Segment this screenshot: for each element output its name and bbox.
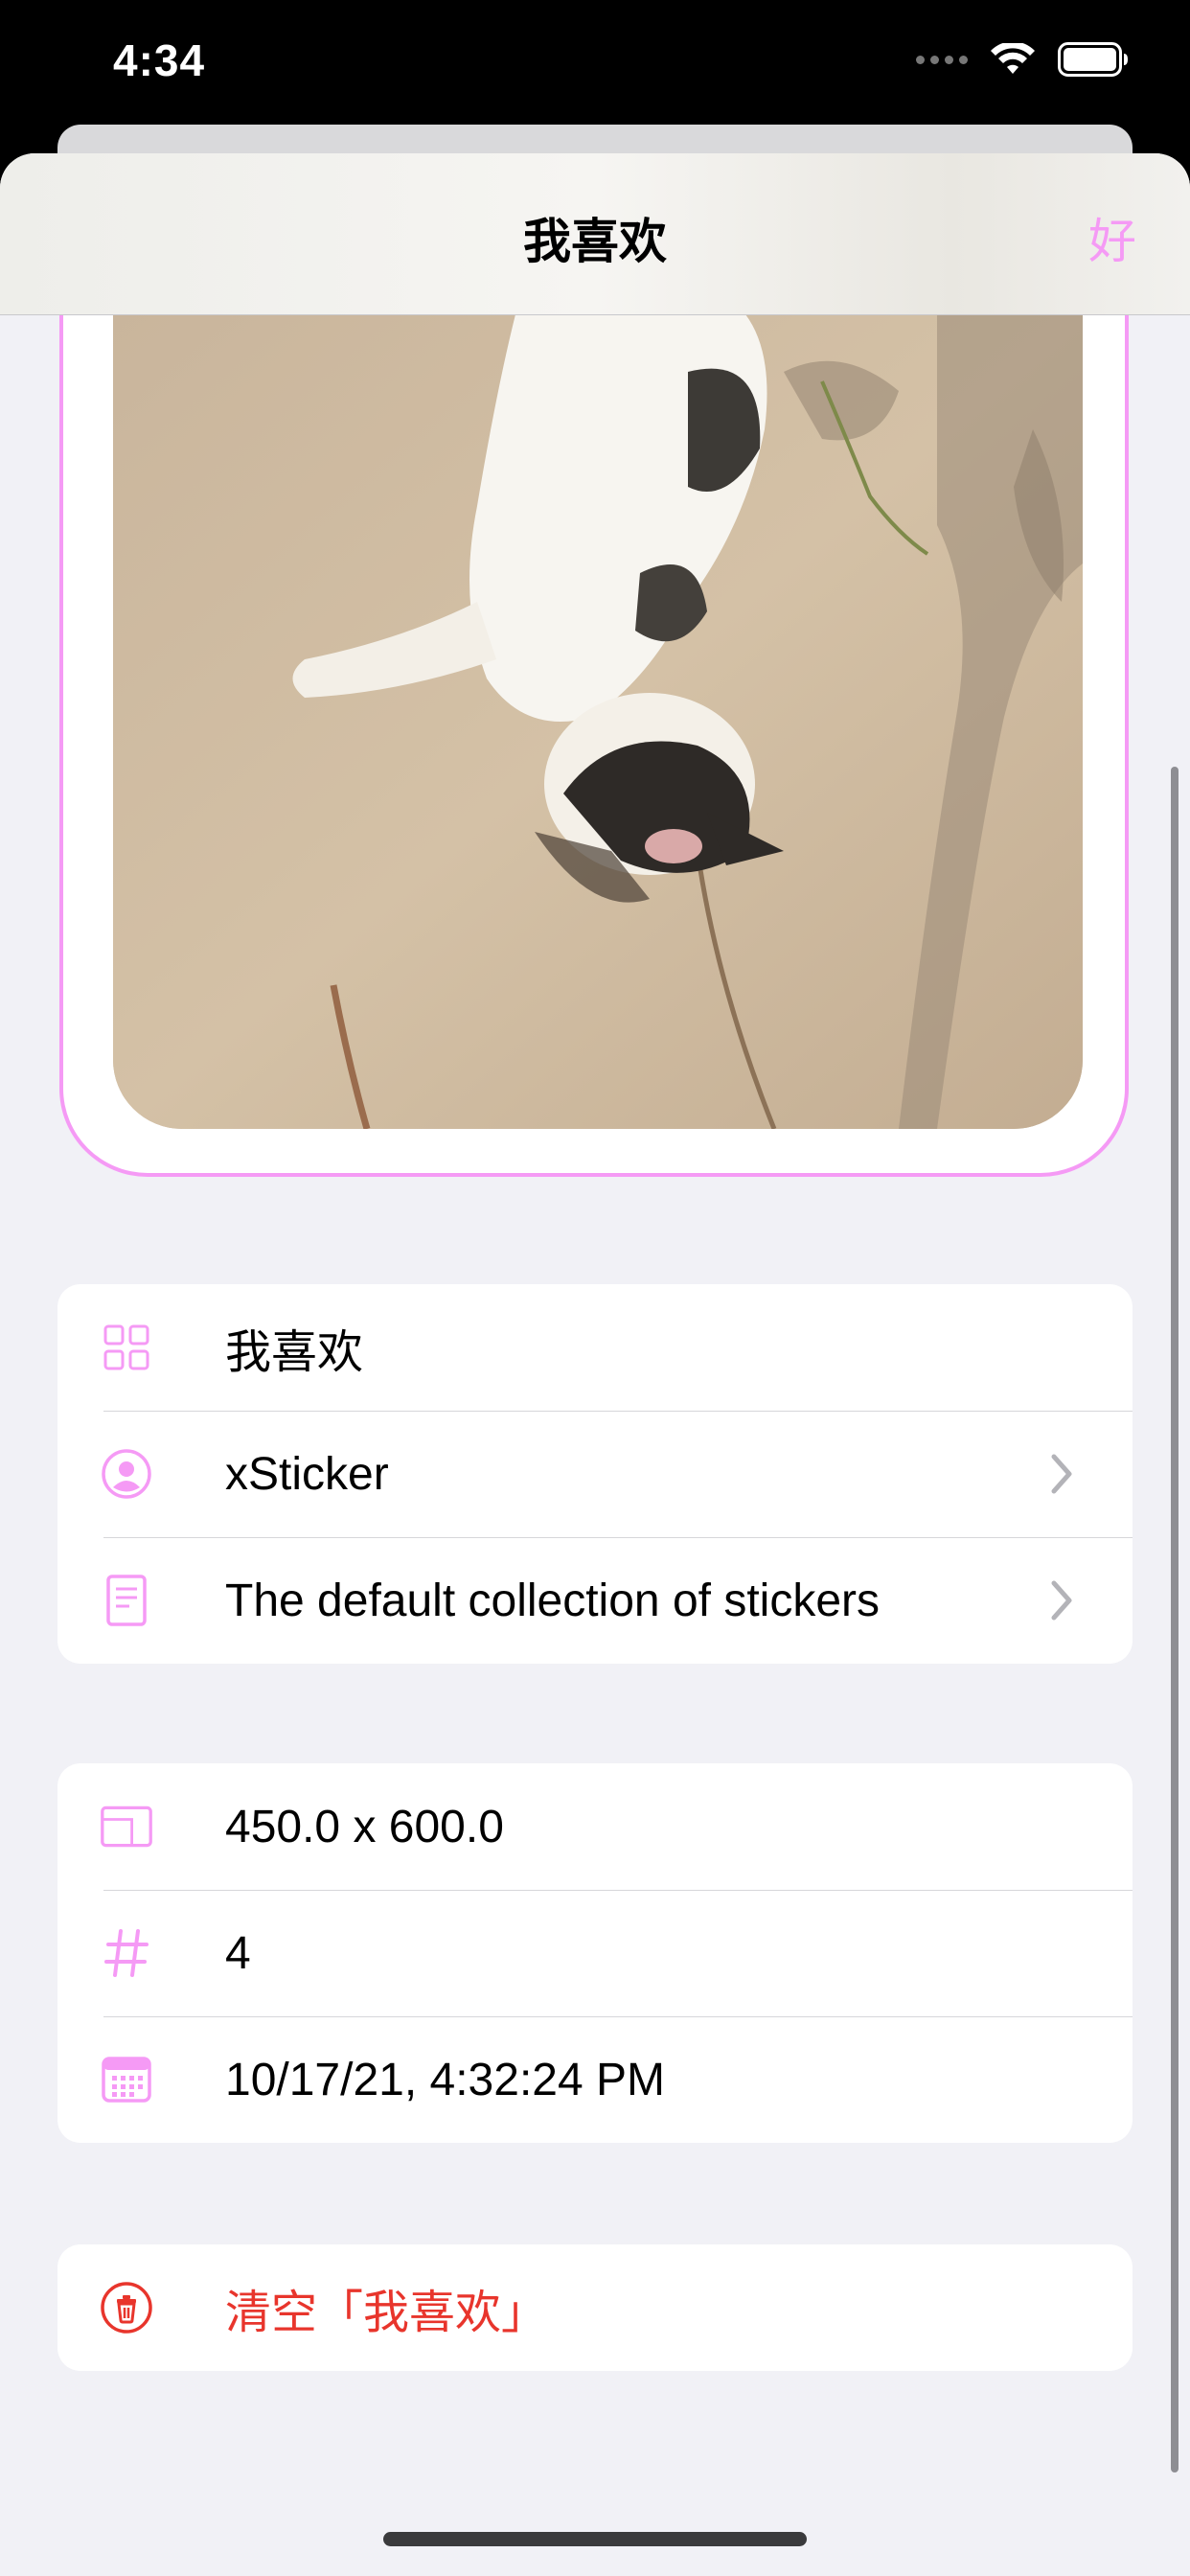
- sticker-info-group: 450.0 x 600.0 4 10/17/21, 4:32:24 PM: [57, 1763, 1133, 2143]
- index-row: 4: [57, 1890, 1133, 2016]
- collection-name-row: 我喜欢: [57, 1284, 1133, 1411]
- wifi-icon: [991, 43, 1035, 74]
- clear-collection-button[interactable]: 清空「我喜欢」: [57, 2244, 1133, 2371]
- index-label: 4: [225, 1927, 251, 1979]
- page-title: 我喜欢: [523, 215, 667, 268]
- battery-icon: [1058, 42, 1128, 77]
- done-button[interactable]: 好: [1088, 203, 1136, 272]
- sticker-preview-card: [59, 314, 1129, 1177]
- clear-collection-label: 清空「我喜欢」: [225, 2288, 548, 2338]
- person-circle-icon: [100, 1447, 153, 1501]
- author-row[interactable]: xSticker: [57, 1411, 1133, 1537]
- scroll-indicator[interactable]: [1171, 767, 1179, 2472]
- chevron-right-icon: [1051, 1454, 1072, 1494]
- grid-icon: [100, 1321, 153, 1374]
- calendar-icon: [100, 2053, 153, 2106]
- sticker-detail-sheet: 我喜欢 好 我喜欢 xSticker The default collectio…: [0, 153, 1190, 2576]
- status-icons: [916, 42, 1129, 77]
- dimensions-row: 450.0 x 600.0: [57, 1763, 1133, 1890]
- sticker-image: [113, 314, 1083, 1129]
- collection-info-group: 我喜欢 xSticker The default collection of s…: [57, 1284, 1133, 1664]
- home-indicator[interactable]: [383, 2532, 807, 2546]
- collection-name-label: 我喜欢: [225, 1327, 364, 1378]
- date-label: 10/17/21, 4:32:24 PM: [225, 2054, 665, 2105]
- author-label: xSticker: [225, 1448, 389, 1500]
- status-time: 4:34: [113, 35, 206, 85]
- description-label: The default collection of stickers: [225, 1575, 880, 1626]
- date-row: 10/17/21, 4:32:24 PM: [57, 2016, 1133, 2143]
- navigation-bar: 我喜欢 好: [0, 153, 1190, 315]
- document-icon: [100, 1574, 153, 1627]
- cellular-signal-icon: [916, 55, 968, 64]
- trash-circle-icon: [100, 2281, 153, 2334]
- action-group: 清空「我喜欢」: [57, 2244, 1133, 2371]
- description-row[interactable]: The default collection of stickers: [57, 1537, 1133, 1664]
- chevron-right-icon: [1051, 1580, 1072, 1621]
- number-icon: [100, 1926, 153, 1980]
- status-bar: 4:34: [0, 0, 1190, 134]
- screen: 4:34 我喜欢 好 我喜欢 xSticker The default coll…: [0, 0, 1190, 2576]
- dimensions-label: 450.0 x 600.0: [225, 1801, 504, 1852]
- dimensions-icon: [100, 1800, 153, 1853]
